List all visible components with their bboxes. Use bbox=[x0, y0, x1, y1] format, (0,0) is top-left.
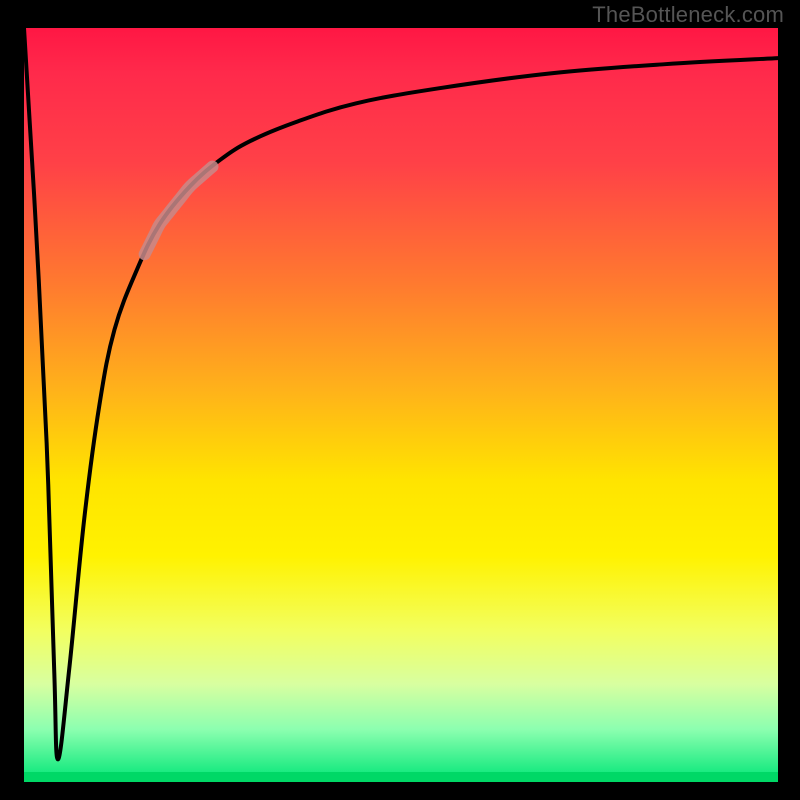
attribution-label: TheBottleneck.com bbox=[592, 2, 784, 28]
curve-path bbox=[24, 28, 778, 759]
gradient-floor bbox=[24, 772, 778, 782]
chart-plot-area bbox=[24, 28, 778, 782]
curve-highlight bbox=[145, 167, 213, 255]
chart-curve-svg bbox=[24, 28, 778, 782]
